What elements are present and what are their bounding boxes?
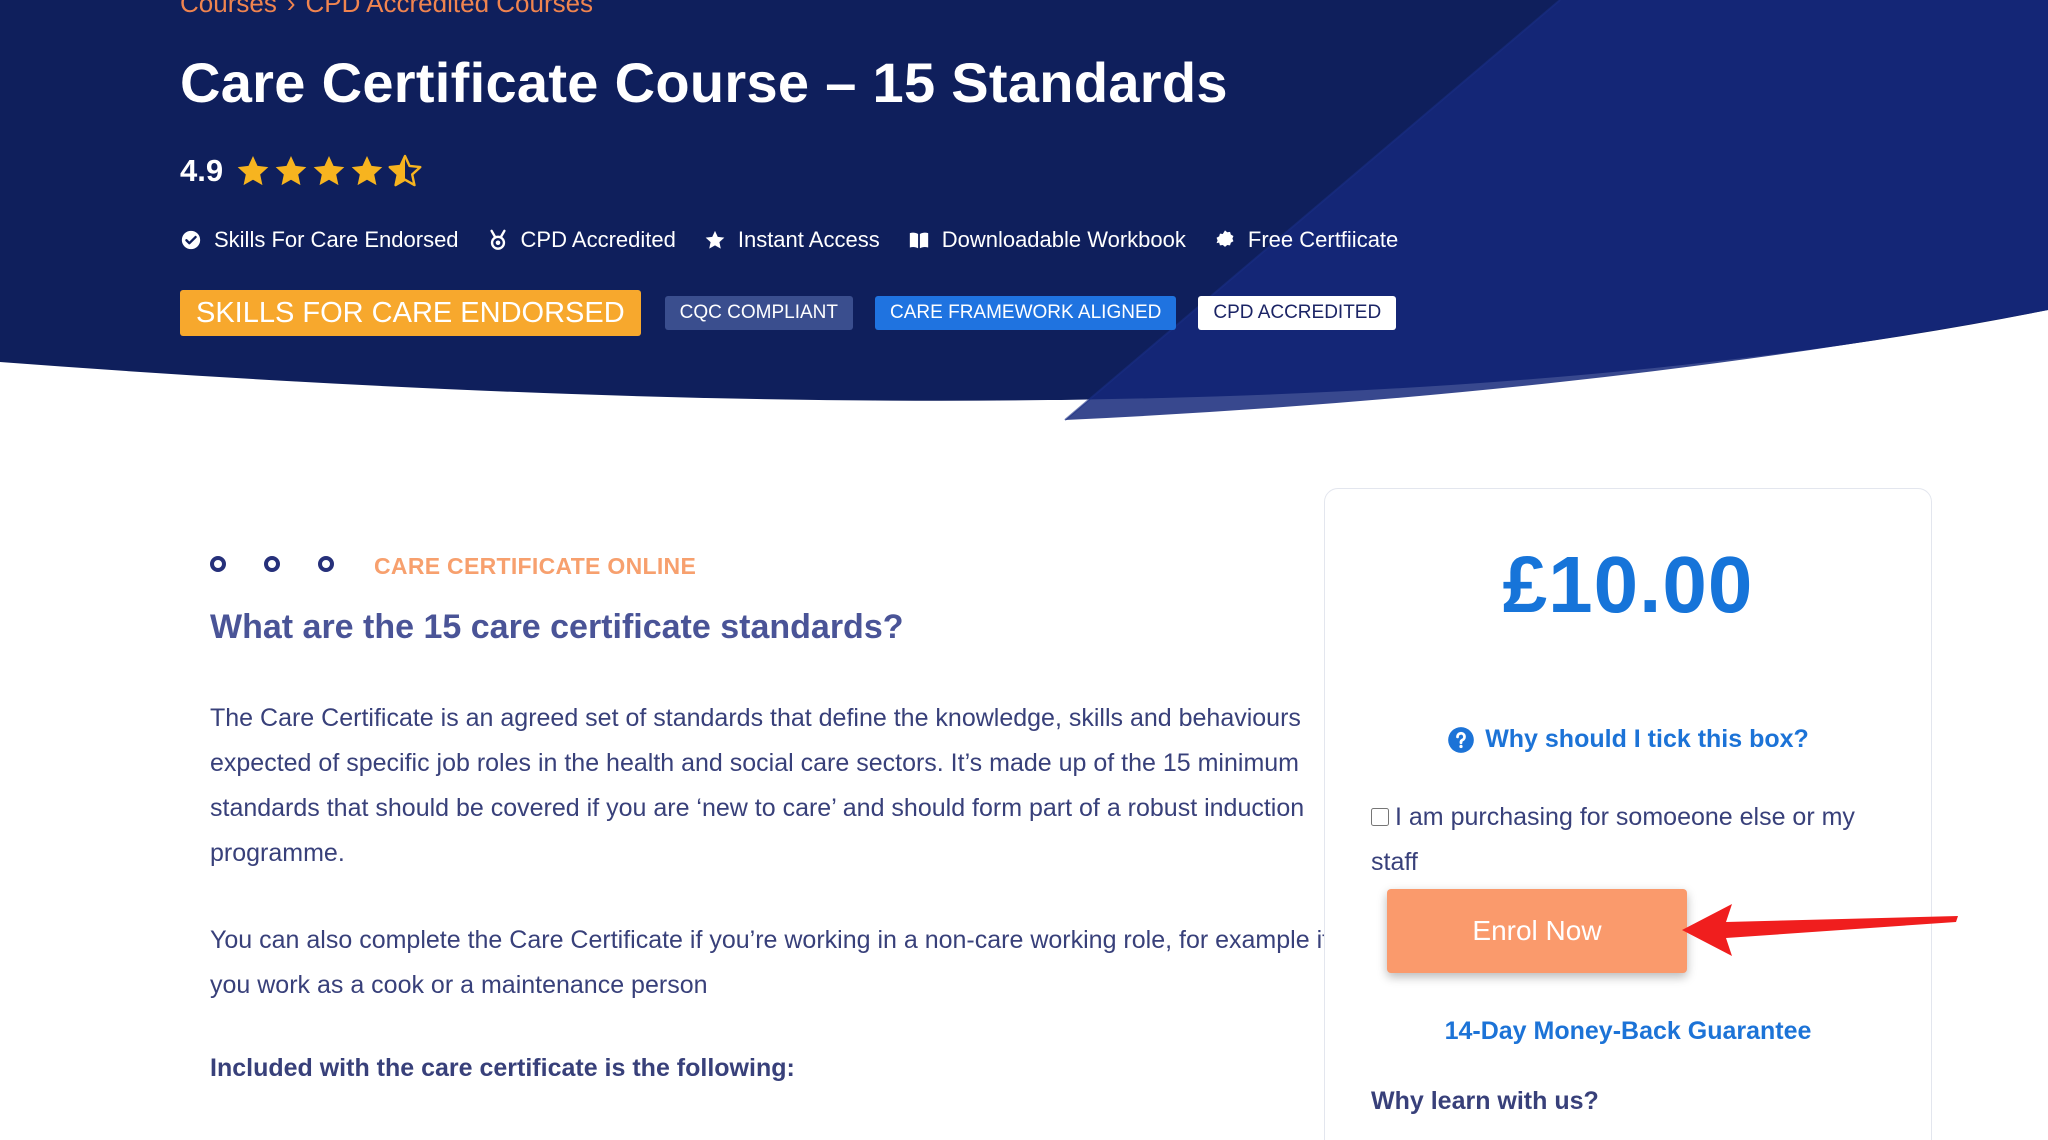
enrol-now-button[interactable]: Enrol Now xyxy=(1387,889,1687,973)
course-features: Skills For Care Endorsed CPD Accredited … xyxy=(180,224,1398,256)
purchase-for-someone-else-checkbox[interactable] xyxy=(1371,808,1389,826)
accreditation-badges: SKILLS FOR CARE ENDORSED CQC COMPLIANT C… xyxy=(180,290,1397,336)
feature-label: CPD Accredited xyxy=(520,227,676,252)
included-heading: Included with the care certificate is th… xyxy=(210,1054,795,1082)
star-filled-icon xyxy=(275,156,307,186)
purchase-card: £10.00 Why should I tick this box? I am … xyxy=(1324,488,1932,1140)
why-learn-heading: Why learn with us? xyxy=(1371,1087,1599,1115)
rating-value: 4.9 xyxy=(180,153,224,188)
badge-care-framework-aligned: CARE FRAMEWORK ALIGNED xyxy=(875,296,1177,330)
feature-free-certificate: Free Certfiicate xyxy=(1214,227,1398,253)
page-title: Care Certificate Course – 15 Standards xyxy=(180,51,1228,114)
money-back-guarantee-link[interactable]: 14-Day Money-Back Guarantee xyxy=(1325,1017,1931,1046)
star-filled-icon xyxy=(351,156,383,186)
breadcrumb-item-cpd-accredited-courses[interactable]: CPD Accredited Courses xyxy=(306,0,594,18)
star-icon xyxy=(705,230,725,249)
feature-instant-access: Instant Access xyxy=(704,227,880,253)
badge-cqc-compliant: CQC COMPLIANT xyxy=(664,296,854,330)
feature-label: Instant Access xyxy=(737,227,880,252)
purchase-for-someone-else[interactable]: I am purchasing for somoeone else or my … xyxy=(1371,795,1891,885)
course-hero: Courses › CPD Accredited Courses Care Cert… xyxy=(0,0,2048,440)
question-circle-icon xyxy=(1448,726,1475,753)
check-circle-icon xyxy=(181,230,201,250)
feature-label: Skills For Care Endorsed xyxy=(214,227,459,252)
decorative-dots xyxy=(210,556,334,572)
section-eyebrow: CARE CERTIFICATE ONLINE xyxy=(374,553,697,579)
breadcrumb: Courses › CPD Accredited Courses xyxy=(180,0,593,19)
badge-cpd-accredited: CPD ACCREDITED xyxy=(1198,296,1397,330)
dot-icon xyxy=(210,556,226,572)
breadcrumb-separator: › xyxy=(286,0,296,18)
course-price: £10.00 xyxy=(1502,540,1754,629)
why-tick-label: Why should I tick this box? xyxy=(1485,725,1809,753)
intro-paragraph: The Care Certificate is an agreed set of… xyxy=(210,704,1305,867)
feature-label: Free Certfiicate xyxy=(1247,227,1399,252)
breadcrumb-item-courses[interactable]: Courses xyxy=(180,0,277,18)
star-filled-icon xyxy=(313,156,345,186)
badge-certificate-icon xyxy=(1216,230,1234,247)
rating-stars xyxy=(235,153,423,189)
purchase-checkbox-label: I am purchasing for somoeone else or my … xyxy=(1371,803,1855,876)
feature-cpd-accredited: CPD Accredited xyxy=(487,227,676,253)
why-tick-link[interactable]: Why should I tick this box? xyxy=(1325,725,1931,754)
star-half-icon xyxy=(388,154,422,187)
section-heading: What are the 15 care certificate standar… xyxy=(210,608,904,646)
dot-icon xyxy=(264,556,280,572)
dot-icon xyxy=(318,556,334,572)
feature-label: Downloadable Workbook xyxy=(941,227,1186,252)
medal-icon xyxy=(489,229,506,250)
feature-skills-for-care: Skills For Care Endorsed xyxy=(180,227,459,253)
star-filled-icon xyxy=(237,156,269,186)
book-open-icon xyxy=(909,232,928,249)
course-rating: 4.9 xyxy=(180,148,423,194)
non-care-role-paragraph: You can also complete the Care Certifica… xyxy=(210,926,1330,999)
badge-skills-for-care-endorsed: SKILLS FOR CARE ENDORSED xyxy=(180,290,641,336)
feature-downloadable-workbook: Downloadable Workbook xyxy=(908,227,1186,253)
